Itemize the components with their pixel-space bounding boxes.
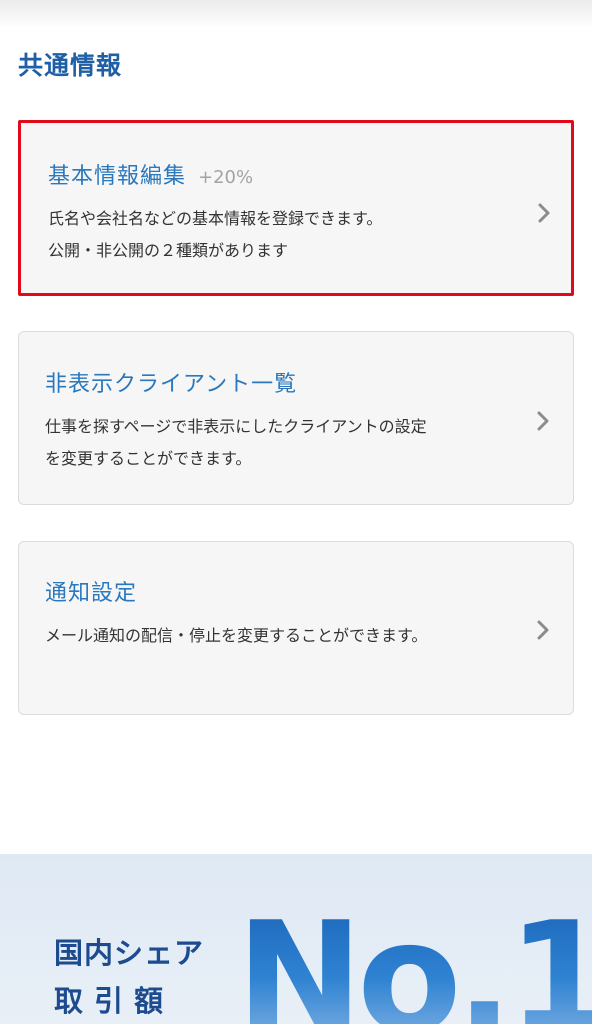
card-hidden-clients[interactable]: 非表示クライアント一覧 仕事を探すページで非表示にしたクライアントの設定 を変更… (18, 331, 574, 505)
card-title-row: 通知設定 (45, 575, 137, 607)
card-description: メール通知の配信・停止を変更することができます。 (45, 620, 525, 652)
card-title: 通知設定 (45, 581, 138, 606)
banner-headline: No.1 (236, 902, 592, 1024)
card-title: 非表示クライアント一覧 (45, 372, 298, 397)
chevron-right-icon (537, 411, 549, 431)
card-description-line: 氏名や会社名などの基本情報を登録できます。 (48, 209, 383, 228)
card-description-line: を変更することができます。 (45, 449, 252, 468)
completion-badge: +20% (198, 167, 254, 188)
banner-line-market-share: 国内シェア (54, 936, 205, 970)
chevron-right-icon (538, 203, 550, 223)
chevron-right-icon (537, 620, 549, 640)
card-description-line: 仕事を探すページで非表示にしたクライアントの設定 (45, 417, 427, 436)
card-description-line: メール通知の配信・停止を変更することができます。 (45, 626, 428, 645)
card-notification-settings[interactable]: 通知設定 メール通知の配信・停止を変更することができます。 (18, 541, 574, 715)
card-description-line: 公開・非公開の２種類があります (48, 241, 289, 260)
card-title: 基本情報編集 (48, 164, 187, 189)
promo-banner[interactable]: 国内シェア 取引額 No.1 (0, 854, 592, 1024)
card-description: 仕事を探すページで非表示にしたクライアントの設定 を変更することができます。 (45, 411, 525, 475)
top-shadow (0, 0, 592, 28)
banner-line-transaction-volume: 取引額 (54, 984, 175, 1018)
card-title-row: 非表示クライアント一覧 (45, 366, 297, 398)
card-description: 氏名や会社名などの基本情報を登録できます。 公開・非公開の２種類があります (48, 203, 528, 267)
card-basic-info-edit[interactable]: 基本情報編集 +20% 氏名や会社名などの基本情報を登録できます。 公開・非公開… (18, 120, 574, 296)
section-title: 共通情報 (18, 51, 123, 80)
card-title-row: 基本情報編集 +20% (48, 158, 253, 190)
